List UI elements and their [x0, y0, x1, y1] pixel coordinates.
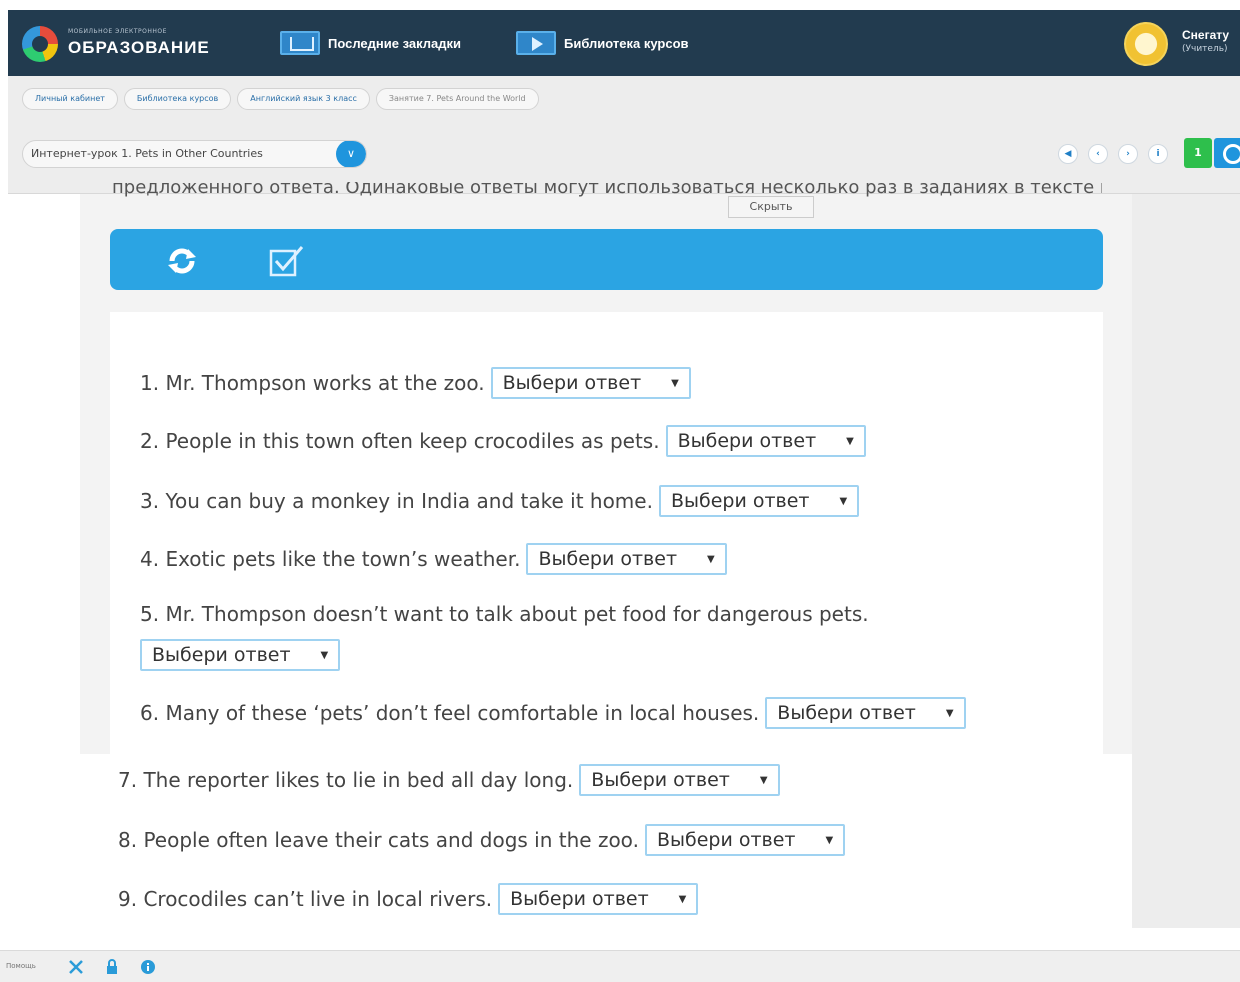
- first-page-icon[interactable]: ◀: [1058, 144, 1078, 164]
- nav-recent-bookmarks-label: Последние закладки: [328, 35, 462, 51]
- bookmarks-icon: [280, 31, 320, 55]
- question-6-text: 6. Many of these ‘pets’ don’t feel comfo…: [140, 701, 760, 725]
- right-side-panel: [1132, 194, 1240, 928]
- question-9-text: 9. Crocodiles can’t live in local rivers…: [118, 887, 493, 911]
- question-1: 1. Mr. Thompson works at the zoo. Выбери…: [140, 367, 691, 399]
- app-logo[interactable]: МОБИЛЬНОЕ ЭЛЕКТРОННОЕ ОБРАЗОВАНИЕ: [22, 24, 222, 64]
- course-library-icon: [516, 31, 556, 55]
- exercise-toolbar: [110, 229, 1103, 290]
- dropdown-arrow-icon: ▼: [759, 774, 768, 786]
- expand-icon[interactable]: [68, 959, 84, 975]
- question-3-text: 3. You can buy a monkey in India and tak…: [140, 489, 653, 513]
- answer-select-4-value: Выбери ответ: [538, 548, 678, 570]
- next-page-icon[interactable]: ›: [1118, 144, 1138, 164]
- answer-select-1-value: Выбери ответ: [502, 372, 642, 394]
- logo-title: ОБРАЗОВАНИЕ: [68, 38, 210, 57]
- question-8: 8. People often leave their cats and dog…: [118, 824, 846, 856]
- question-6: 6. Many of these ‘pets’ don’t feel comfo…: [140, 697, 966, 729]
- question-1-text: 1. Mr. Thompson works at the zoo.: [140, 371, 485, 395]
- answer-select-3-value: Выбери ответ: [670, 490, 810, 512]
- lesson-select-value: Интернет-урок 1. Pets in Other Countries: [31, 147, 263, 160]
- answer-select-4[interactable]: Выбери ответ ▼: [526, 543, 727, 575]
- dropdown-arrow-icon: ▼: [671, 377, 679, 389]
- question-7: 7. The reporter likes to lie in bed all …: [118, 764, 780, 796]
- dropdown-arrow-icon: ▼: [320, 649, 329, 661]
- dropdown-arrow-icon: ▼: [839, 495, 848, 507]
- answer-select-2[interactable]: Выбери ответ ▼: [665, 425, 866, 457]
- hide-instructions-button[interactable]: Скрыть: [728, 196, 814, 218]
- answer-select-8-value: Выбери ответ: [656, 829, 796, 851]
- question-5-text: 5. Mr. Thompson doesn’t want to talk abo…: [140, 602, 869, 626]
- answer-select-5-value: Выбери ответ: [152, 644, 291, 666]
- chevron-down-icon[interactable]: ∨: [336, 141, 366, 167]
- question-3: 3. You can buy a monkey in India and tak…: [140, 485, 860, 517]
- check-icon[interactable]: [268, 243, 306, 279]
- question-4-text: 4. Exotic pets like the town’s weather.: [140, 547, 521, 571]
- lesson-select[interactable]: Интернет-урок 1. Pets in Other Countries…: [22, 140, 367, 168]
- answer-select-7[interactable]: Выбери ответ ▼: [579, 764, 780, 796]
- question-7-text: 7. The reporter likes to lie in bed all …: [118, 768, 574, 792]
- question-5-answer-row: Выбери ответ ▼: [134, 639, 341, 671]
- user-avatar[interactable]: [1124, 22, 1168, 66]
- logo-icon: [22, 26, 58, 62]
- question-4: 4. Exotic pets like the town’s weather. …: [140, 543, 727, 575]
- top-navigation-bar: МОБИЛЬНОЕ ЭЛЕКТРОННОЕ ОБРАЗОВАНИЕ Послед…: [8, 10, 1240, 76]
- breadcrumb-item-course[interactable]: Английский язык 3 класс: [237, 88, 370, 110]
- lock-icon[interactable]: [104, 959, 120, 975]
- lesson-toolbar: Личный кабинет Библиотека курсов Английс…: [8, 76, 1240, 194]
- nav-recent-bookmarks[interactable]: Последние закладки: [280, 30, 461, 56]
- progress-counter-button[interactable]: 1: [1184, 138, 1212, 168]
- previous-page-icon[interactable]: ‹: [1088, 144, 1108, 164]
- logo-subtitle: МОБИЛЬНОЕ ЭЛЕКТРОННОЕ: [68, 28, 167, 35]
- answer-select-2-value: Выбери ответ: [677, 430, 817, 452]
- dropdown-arrow-icon: ▼: [945, 707, 954, 719]
- settings-toggle-button[interactable]: [1214, 138, 1240, 168]
- info-icon[interactable]: i: [1148, 144, 1168, 164]
- question-2-text: 2. People in this town often keep crocod…: [140, 429, 660, 453]
- dropdown-arrow-icon: ▼: [825, 834, 834, 846]
- answer-select-7-value: Выбери ответ: [591, 769, 730, 791]
- user-role: (Учитель): [1182, 44, 1228, 54]
- answer-select-5[interactable]: Выбери ответ ▼: [140, 639, 341, 671]
- dropdown-arrow-icon: ▼: [678, 893, 687, 905]
- footer-help-label[interactable]: Помощь: [6, 962, 36, 970]
- question-2: 2. People in this town often keep crocod…: [140, 425, 866, 457]
- question-8-text: 8. People often leave their cats and dog…: [118, 828, 639, 852]
- nav-course-library[interactable]: Библиотека курсов: [516, 30, 689, 56]
- breadcrumb-item-lesson: Занятие 7. Pets Around the World: [375, 88, 539, 110]
- breadcrumb-item-library[interactable]: Библиотека курсов: [123, 88, 232, 110]
- answer-select-9-value: Выбери ответ: [510, 888, 649, 910]
- info-circle-icon[interactable]: [140, 959, 156, 975]
- refresh-icon[interactable]: [164, 245, 200, 277]
- breadcrumb-item-cabinet[interactable]: Личный кабинет: [22, 88, 118, 110]
- question-9: 9. Crocodiles can’t live in local rivers…: [118, 883, 699, 915]
- nav-course-library-label: Библиотека курсов: [564, 35, 689, 51]
- answer-select-6-value: Выбери ответ: [777, 702, 916, 724]
- answer-select-9[interactable]: Выбери ответ ▼: [498, 883, 699, 915]
- answer-select-3[interactable]: Выбери ответ ▼: [658, 485, 860, 517]
- answer-select-6[interactable]: Выбери ответ ▼: [765, 697, 966, 729]
- dropdown-arrow-icon: ▼: [707, 553, 715, 565]
- answer-select-1[interactable]: Выбери ответ ▼: [490, 367, 691, 399]
- user-name[interactable]: Снегату: [1182, 28, 1229, 42]
- dropdown-arrow-icon: ▼: [846, 435, 854, 447]
- task-instructions: предложенного ответа. Одинаковые ответы …: [112, 182, 1102, 198]
- answer-select-8[interactable]: Выбери ответ ▼: [644, 824, 846, 856]
- footer-bar: Помощь: [0, 950, 1240, 982]
- breadcrumb: Личный кабинет Библиотека курсов Английс…: [22, 88, 545, 110]
- question-5: 5. Mr. Thompson doesn’t want to talk abo…: [140, 602, 869, 626]
